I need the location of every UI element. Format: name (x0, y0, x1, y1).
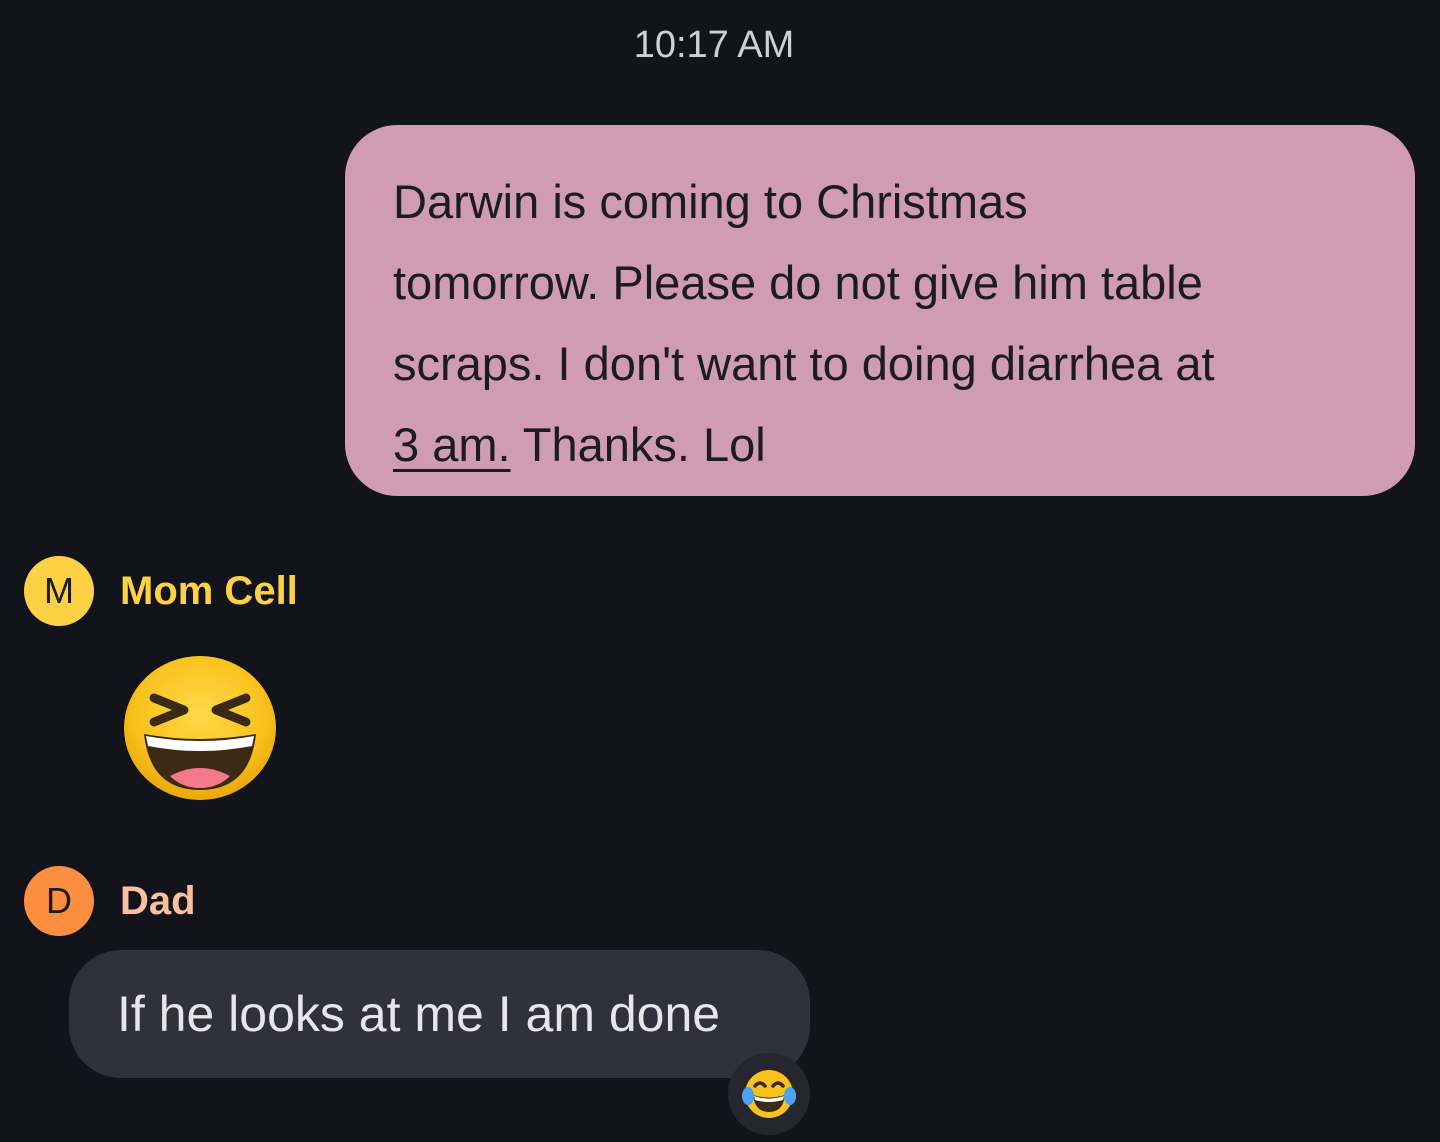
time-link[interactable]: 3 am. (393, 418, 511, 471)
message-text-line: tomorrow. Please do not give him table (393, 256, 1203, 309)
sender-dad: D Dad (24, 866, 196, 936)
message-text: If he looks at me I am done (117, 986, 721, 1042)
message-text-line: scraps. I don't want to doing diarrhea a… (393, 337, 1215, 390)
message-text-line: Darwin is coming to Christmas (393, 175, 1028, 228)
message-timestamp: 10:17 AM (633, 24, 795, 66)
avatar[interactable]: M (24, 556, 94, 626)
outgoing-message-bubble[interactable]: Darwin is coming to Christmas tomorrow. … (345, 125, 1415, 496)
incoming-message-bubble[interactable]: If he looks at me I am done (69, 950, 810, 1078)
sender-mom-cell: M Mom Cell (24, 556, 298, 626)
face-with-tears-of-joy-icon (742, 1070, 796, 1118)
reaction-badge[interactable] (728, 1053, 810, 1135)
message-text-line-last: 3 am. Thanks. Lol (393, 404, 1375, 485)
message-text-tail: Thanks. Lol (510, 418, 766, 471)
sender-name: Mom Cell (120, 568, 298, 613)
grinning-squinting-face-emoji-icon[interactable] (122, 648, 278, 804)
sender-name: Dad (120, 878, 196, 923)
avatar[interactable]: D (24, 866, 94, 936)
